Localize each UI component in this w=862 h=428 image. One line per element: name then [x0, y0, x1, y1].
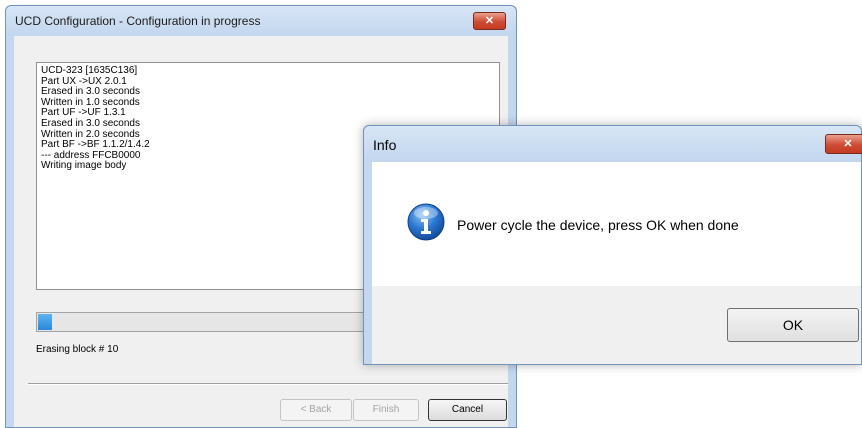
dialog-titlebar[interactable]: Info ✕: [364, 126, 862, 162]
dialog-message: Power cycle the device, press OK when do…: [457, 217, 739, 233]
ok-button[interactable]: OK: [727, 308, 859, 342]
button-divider: [28, 383, 508, 385]
dialog-close-button[interactable]: ✕: [825, 134, 862, 154]
dialog-client-area: Power cycle the device, press OK when do…: [372, 162, 861, 364]
log-line: UCD-323 [1635C136]: [41, 65, 138, 76]
finish-button[interactable]: Finish: [353, 399, 419, 421]
dialog-message-area: Power cycle the device, press OK when do…: [372, 162, 861, 286]
window-titlebar[interactable]: UCD Configuration - Configuration in pro…: [6, 6, 516, 36]
window-close-button[interactable]: ✕: [473, 12, 506, 30]
info-icon: [407, 203, 445, 241]
close-icon: ✕: [843, 138, 853, 150]
info-dialog: Info ✕ Power cycle the device, press OK …: [363, 125, 862, 365]
cancel-button[interactable]: Cancel: [428, 399, 507, 421]
progress-bar-fill: [38, 314, 52, 330]
close-icon: ✕: [484, 15, 495, 27]
window-title: UCD Configuration - Configuration in pro…: [15, 14, 261, 28]
status-text: Erasing block # 10: [36, 344, 119, 355]
dialog-title: Info: [373, 137, 397, 153]
back-button[interactable]: < Back: [280, 399, 352, 421]
